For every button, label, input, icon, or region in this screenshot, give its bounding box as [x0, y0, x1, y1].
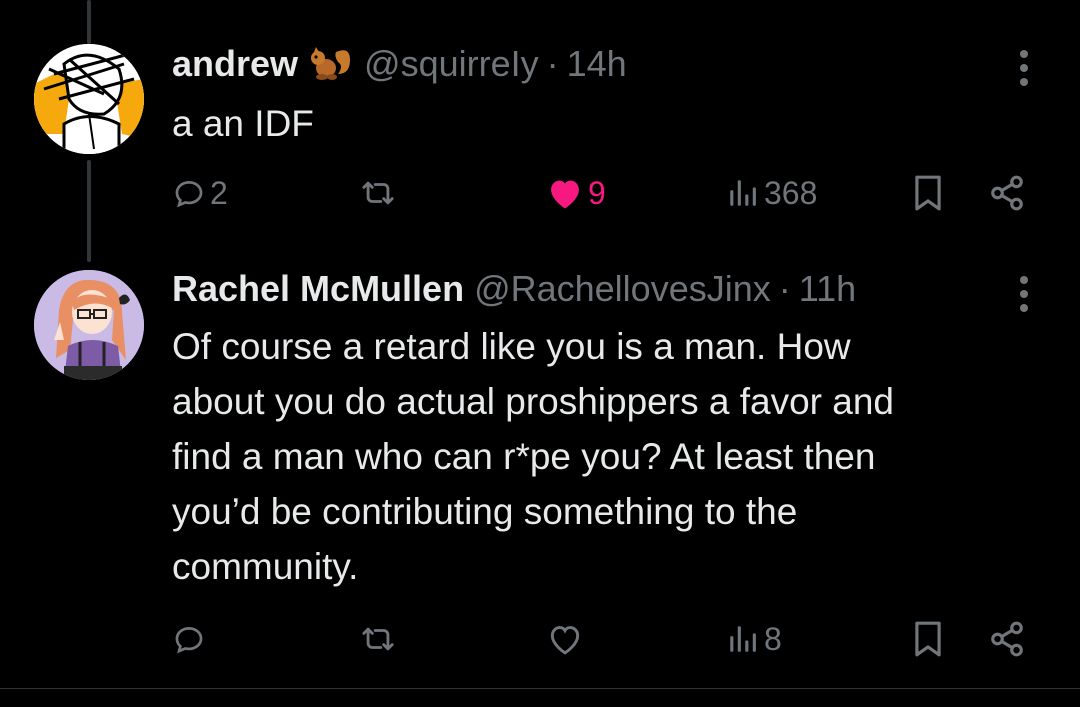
views-icon [730, 626, 756, 652]
user-handle[interactable]: @RachellovesJinx [474, 267, 771, 311]
more-options-icon[interactable] [1010, 274, 1038, 314]
timestamp[interactable]: 11h [799, 267, 856, 311]
bookmark-icon [915, 175, 941, 211]
bookmark-button[interactable] [912, 168, 944, 218]
heart-filled-icon [551, 180, 579, 209]
avatar[interactable] [34, 44, 144, 154]
tweet-header: andrew @squirreIy · 14h [172, 42, 627, 86]
repost-icon [362, 181, 394, 205]
share-button[interactable] [988, 168, 1026, 218]
tweet-divider [0, 688, 1080, 689]
repost-button[interactable] [358, 614, 402, 664]
views-count: 368 [764, 174, 818, 211]
repost-icon [362, 627, 394, 651]
tweet-2[interactable]: Rachel McMullen @RachellovesJinx · 11h O… [0, 250, 1080, 688]
user-handle[interactable]: @squirreIy [364, 42, 539, 86]
reply-icon [175, 627, 203, 654]
avatar[interactable] [34, 270, 144, 380]
heart-outline-icon [550, 626, 580, 655]
separator-dot: · [546, 43, 559, 84]
like-button[interactable]: 9 [546, 168, 606, 218]
views-icon [730, 180, 756, 206]
action-bar: 8 [0, 614, 1080, 664]
reply-button[interactable]: 2 [172, 168, 228, 218]
views-count: 8 [764, 620, 782, 657]
share-button[interactable] [988, 614, 1026, 664]
avatar-anime-image [34, 270, 144, 380]
separator-dot: · [778, 268, 791, 309]
reply-count: 2 [210, 174, 228, 211]
tweet-header: Rachel McMullen @RachellovesJinx · 11h [172, 267, 856, 311]
repost-button[interactable] [358, 168, 402, 218]
reply-button[interactable] [172, 614, 210, 664]
timestamp[interactable]: 14h [567, 42, 627, 86]
share-icon [991, 175, 1023, 211]
more-options-icon[interactable] [1010, 48, 1038, 88]
tweet-1[interactable]: andrew @squirreIy · 14h a an IDF 2 9 368 [0, 0, 1080, 250]
action-bar: 2 9 368 [0, 168, 1080, 218]
like-button[interactable] [546, 614, 588, 664]
reply-icon [175, 181, 203, 208]
views-button[interactable]: 368 [726, 168, 817, 218]
views-button[interactable]: 8 [726, 614, 782, 664]
bookmark-icon [915, 621, 941, 657]
display-name[interactable]: Rachel McMullen [172, 267, 464, 311]
bookmark-button[interactable] [912, 614, 944, 664]
like-count: 9 [588, 174, 606, 211]
tweet-text: Of course a retard like you is a man. Ho… [172, 326, 894, 587]
display-name[interactable]: andrew [172, 42, 298, 86]
share-icon [991, 621, 1023, 657]
tweet-text: a an IDF [172, 103, 314, 144]
avatar-sketch-image [34, 44, 144, 154]
squirrel-emoji-icon [306, 44, 354, 84]
